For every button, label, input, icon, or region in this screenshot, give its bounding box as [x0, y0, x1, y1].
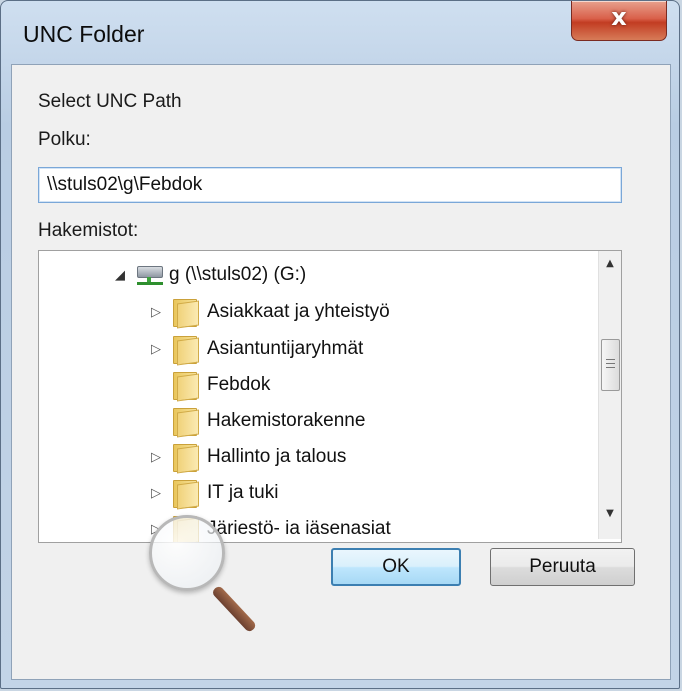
folder-icon [171, 299, 199, 329]
expand-arrow-icon[interactable]: ▷ [147, 342, 165, 357]
tree-item[interactable]: Febdok [147, 367, 270, 403]
tree-scrollbar[interactable]: ▲ ▼ [598, 251, 621, 539]
folder-icon [171, 336, 199, 366]
directories-label: Hakemistot: [38, 220, 139, 241]
close-icon: x [611, 3, 627, 31]
close-button[interactable]: x [571, 1, 667, 41]
network-drive-icon [135, 263, 165, 287]
cancel-button[interactable]: Peruuta [490, 548, 635, 586]
tree-item-label: g (\\stuls02) (G:) [169, 264, 307, 285]
tree-item-label: IT ja tuki [207, 482, 279, 503]
folder-icon [171, 444, 199, 474]
scroll-down-icon[interactable]: ▼ [599, 503, 621, 525]
expand-arrow-icon[interactable]: ▷ [147, 305, 165, 320]
scroll-up-icon[interactable]: ▲ [599, 253, 621, 275]
folder-icon [171, 480, 199, 510]
folder-icon [171, 372, 199, 402]
tree-item[interactable]: ▷ Hallinto ja talous [147, 439, 346, 475]
folder-icon [171, 408, 199, 438]
tree-item-label: Hallinto ja talous [207, 446, 347, 467]
window-title: UNC Folder [23, 21, 145, 47]
magnifier-icon [149, 515, 269, 645]
tree-item[interactable]: ▷ IT ja tuki [147, 475, 278, 511]
scroll-thumb[interactable] [601, 339, 620, 391]
expand-arrow-icon[interactable]: ▷ [147, 450, 165, 465]
tree-item-label: Hakemistorakenne [207, 410, 366, 431]
tree-item[interactable]: Hakemistorakenne [147, 403, 365, 439]
path-input[interactable]: \\stuls02\g\Febdok [38, 167, 622, 203]
tree-item-label: Asiakkaat ja yhteistyö [207, 301, 390, 322]
tree-item[interactable]: ▷ Asiantuntijaryhmät [147, 331, 363, 367]
tree-item[interactable]: ▷ Asiakkaat ja yhteistyö [147, 294, 390, 330]
unc-folder-dialog: UNC Folder x Select UNC Path Polku: \\st… [0, 0, 680, 689]
path-label: Polku: [38, 129, 91, 150]
dialog-heading: Select UNC Path [38, 91, 182, 112]
tree-root-drive[interactable]: ◢ g (\\stuls02) (G:) [111, 257, 306, 293]
tree-item-label: Asiantuntijaryhmät [207, 338, 364, 359]
tree-item-label: Febdok [207, 374, 271, 395]
ok-button[interactable]: OK [331, 548, 461, 586]
expand-arrow-icon[interactable]: ▷ [147, 486, 165, 501]
collapse-arrow-icon[interactable]: ◢ [111, 268, 129, 283]
directory-tree[interactable]: ◢ g (\\stuls02) (G:) ▷ Asiakkaat ja yhte… [38, 250, 622, 543]
